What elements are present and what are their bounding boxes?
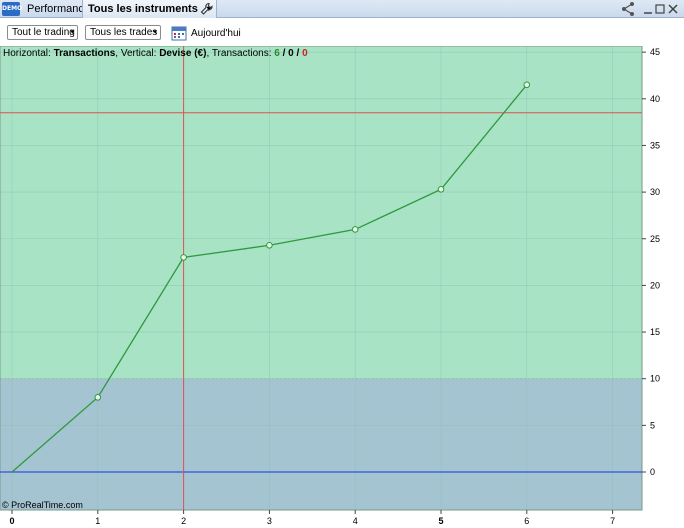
equity-chart[interactable]: 0510152025303540450 1 2 3 4 5 6 7 <box>0 46 684 528</box>
toolbar: Tout le trading ▾ Tous les trades ▾ <box>0 18 684 46</box>
y-tick-label: 15 <box>650 327 660 337</box>
y-tick-label: 35 <box>650 140 660 150</box>
share-icon[interactable] <box>620 1 636 17</box>
y-tick-label: 5 <box>650 420 655 430</box>
today-button[interactable]: Aujourd'hui <box>191 28 241 39</box>
data-point[interactable] <box>437 186 445 193</box>
calendar-icon[interactable] <box>171 25 187 41</box>
maximize-icon[interactable] <box>654 1 666 17</box>
x-tick-label: 3 <box>267 516 272 526</box>
demo-logo-icon: DEMO <box>2 2 22 16</box>
chevron-down-icon: ▾ <box>153 29 157 36</box>
tab-instruments[interactable]: Tous les instruments ▾ <box>82 0 217 18</box>
data-point[interactable] <box>351 226 359 233</box>
y-tick-label: 0 <box>650 467 655 477</box>
trades-select-value: Tous les trades <box>90 27 158 38</box>
positive-zone <box>0 46 642 379</box>
y-tick-label: 30 <box>650 187 660 197</box>
close-icon[interactable] <box>667 1 679 17</box>
trading-select[interactable]: Tout le trading ▾ <box>7 25 78 40</box>
chevron-down-icon: ▾ <box>70 29 74 36</box>
minimize-icon[interactable] <box>642 1 654 17</box>
x-tick-label: 5 <box>438 516 443 526</box>
data-point[interactable] <box>94 394 102 401</box>
trading-select-value: Tout le trading <box>12 27 75 38</box>
vertical-value: Devise (€) <box>159 48 207 59</box>
horizontal-value: Transactions <box>53 48 116 59</box>
y-tick-label: 20 <box>650 280 660 290</box>
x-tick-label: 1 <box>95 516 100 526</box>
transactions-loss: 0 <box>302 48 308 59</box>
x-tick-label: 2 <box>181 516 186 526</box>
trades-select[interactable]: Tous les trades ▾ <box>85 25 161 40</box>
copyright-text: © ProRealTime.com <box>2 500 83 510</box>
separator: / <box>293 48 303 59</box>
horizontal-label: Horizontal: <box>3 48 54 59</box>
chart-info-line: Horizontal: Transactions, Vertical: Devi… <box>3 48 308 59</box>
x-tick-label: 6 <box>524 516 529 526</box>
x-tick-label: 4 <box>353 516 358 526</box>
transactions-label: , Transactions: <box>206 48 275 59</box>
title-bar: DEMO Performance Tous les instruments ▾ <box>0 0 684 18</box>
x-tick-label: 7 <box>610 516 615 526</box>
x-tick-label: 0 <box>9 516 14 526</box>
y-tick-label: 10 <box>650 374 660 384</box>
data-point[interactable] <box>180 254 187 261</box>
vertical-label: , Vertical: <box>115 48 160 59</box>
tab-instruments-label: Tous les instruments <box>88 3 198 15</box>
data-point[interactable] <box>523 81 531 89</box>
y-tick-label: 45 <box>650 47 660 57</box>
wrench-icon[interactable] <box>200 2 214 16</box>
separator: / <box>279 48 289 59</box>
data-point[interactable] <box>266 241 273 249</box>
y-tick-label: 25 <box>650 234 660 244</box>
y-tick-label: 40 <box>650 94 660 104</box>
